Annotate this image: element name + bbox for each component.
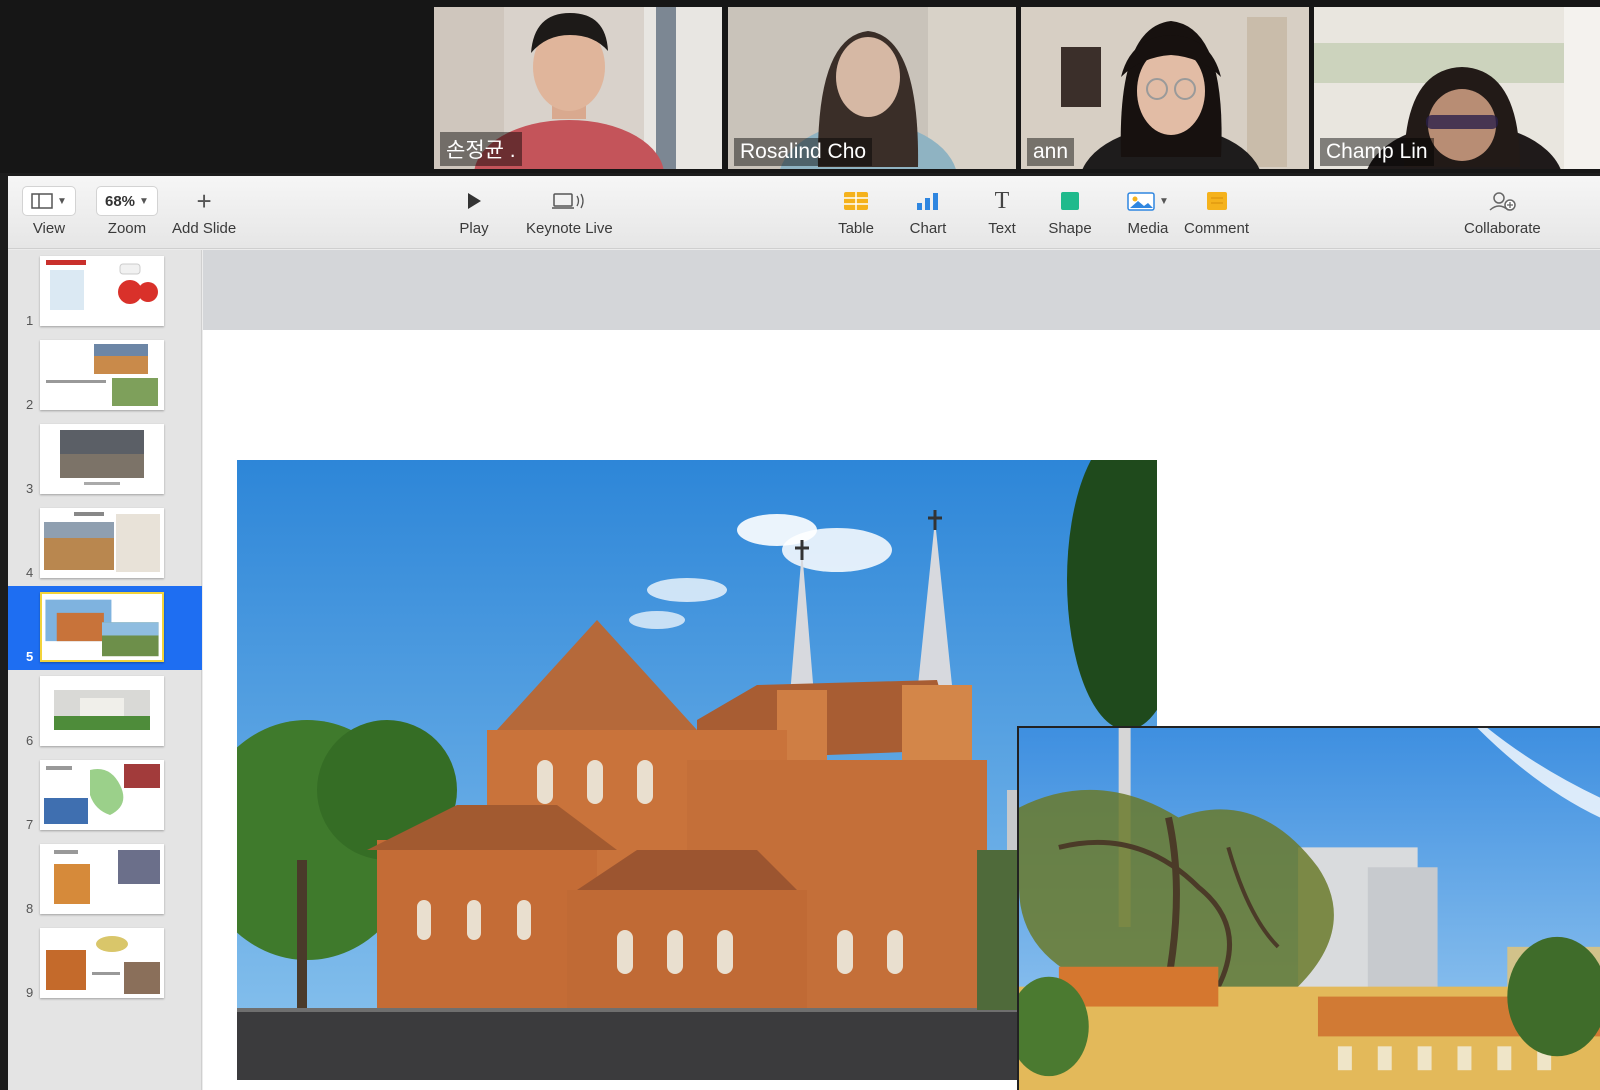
slide-number: 1 <box>26 313 34 328</box>
participant-name: Rosalind Cho <box>734 138 873 166</box>
shape-label: Shape <box>1048 220 1092 237</box>
street-trees-photo[interactable] <box>1017 726 1600 1090</box>
slide-thumbnail <box>40 592 164 662</box>
table-control: Table <box>834 186 878 237</box>
slide-thumbnail <box>40 256 164 326</box>
media-label: Media <box>1127 220 1169 237</box>
view-control: ▼ View <box>22 186 76 237</box>
collaborate-icon <box>1489 192 1517 211</box>
participant-tile[interactable]: 손정균 . <box>434 7 722 169</box>
slide-number: 9 <box>26 985 34 1000</box>
play-icon <box>468 193 481 209</box>
participant-tile[interactable]: Champ Lin <box>1314 7 1600 169</box>
slide-number: 6 <box>26 733 34 748</box>
collaborate-label: Collaborate <box>1464 220 1541 237</box>
shape-control: Shape <box>1048 186 1092 237</box>
slide-thumbnail-row[interactable]: 4 <box>8 502 202 586</box>
view-label: View <box>32 220 66 237</box>
slide-number: 3 <box>26 481 34 496</box>
slide-number: 5 <box>26 649 34 664</box>
view-sidebar-icon <box>31 193 53 209</box>
participant-name: 손정균 . <box>440 132 522 166</box>
slide-thumbnail <box>40 676 164 746</box>
participant-tile[interactable]: Rosalind Cho <box>728 7 1016 169</box>
slide-canvas <box>203 250 1600 1090</box>
video-strip: 손정균 . Rosalind Cho ann Champ Lin <box>0 0 1600 173</box>
keynote-window: ▼ View 68% ▼ Zoom + Add Slide Play Keyno… <box>8 176 1600 1090</box>
slide-thumbnail-row[interactable]: 3 <box>8 418 202 502</box>
slide-thumbnail <box>40 508 164 578</box>
slide-thumbnail <box>40 340 164 410</box>
zoom-label: Zoom <box>107 220 147 237</box>
slide-number: 7 <box>26 817 34 832</box>
slide-navigator: 1 2 3 4 5 6 7 8 9 <box>8 250 202 1090</box>
add-slide-label: Add Slide <box>172 220 237 237</box>
slide-thumbnail-row[interactable]: 2 <box>8 334 202 418</box>
table-icon <box>844 192 868 210</box>
chart-label: Chart <box>909 220 947 237</box>
comment-control: Comment <box>1184 186 1249 237</box>
zoom-control: 68% ▼ Zoom <box>96 186 158 237</box>
play-label: Play <box>459 220 489 237</box>
keynote-live-label: Keynote Live <box>526 220 613 237</box>
slide-thumbnail-row[interactable]: 7 <box>8 754 202 838</box>
chart-control: Chart <box>906 186 950 237</box>
chart-button[interactable] <box>906 186 950 216</box>
comment-label: Comment <box>1184 220 1250 237</box>
participant-tile-active-speaker[interactable]: ann <box>1021 7 1309 169</box>
text-control: T Text <box>980 186 1024 237</box>
slide-thumbnail <box>40 928 164 998</box>
keynote-live-button[interactable] <box>542 186 596 216</box>
screen: 손정균 . Rosalind Cho ann Champ Lin ▼ View … <box>0 0 1600 1090</box>
chevron-down-icon: ▼ <box>139 195 149 207</box>
slide-thumbnail <box>40 760 164 830</box>
participant-name: ann <box>1027 138 1075 166</box>
play-control: Play <box>452 186 496 237</box>
media-icon <box>1127 192 1155 211</box>
slide-thumbnail-row[interactable]: 6 <box>8 670 202 754</box>
slide-number: 4 <box>26 565 34 580</box>
text-label: Text <box>988 220 1016 237</box>
table-button[interactable] <box>834 186 878 216</box>
comment-button[interactable] <box>1195 186 1239 216</box>
slide-thumbnail-row[interactable]: 8 <box>8 838 202 922</box>
shape-button[interactable] <box>1048 186 1092 216</box>
collaborate-control: Collaborate <box>1464 186 1541 237</box>
keynote-live-icon <box>552 193 585 209</box>
play-button[interactable] <box>452 186 496 216</box>
participant-name: Champ Lin <box>1320 138 1434 166</box>
collaborate-button[interactable] <box>1478 186 1526 216</box>
zoom-value: 68% <box>105 192 136 210</box>
toolbar: ▼ View 68% ▼ Zoom + Add Slide Play Keyno… <box>8 176 1600 249</box>
media-control: ▼ Media <box>1118 186 1178 237</box>
chart-icon <box>917 193 938 210</box>
keynote-live-control: Keynote Live <box>526 186 613 237</box>
text-icon: T <box>994 188 1010 214</box>
slide-thumbnail <box>40 844 164 914</box>
current-slide[interactable] <box>203 330 1600 1090</box>
slide-thumbnail <box>40 424 164 494</box>
media-button[interactable]: ▼ <box>1118 186 1178 216</box>
chevron-down-icon: ▼ <box>57 195 67 207</box>
slide-number: 8 <box>26 901 34 916</box>
slide-thumbnail-row[interactable]: 9 <box>8 922 202 1006</box>
slide-number: 2 <box>26 397 34 412</box>
zoom-select[interactable]: 68% ▼ <box>96 186 158 216</box>
slide-thumbnail-row-selected[interactable]: 5 <box>8 586 202 670</box>
table-label: Table <box>838 220 874 237</box>
view-button[interactable]: ▼ <box>22 186 76 216</box>
shape-icon <box>1061 192 1079 210</box>
plus-icon: + <box>196 186 212 216</box>
comment-icon <box>1206 192 1227 210</box>
chevron-down-icon: ▼ <box>1159 195 1169 207</box>
add-slide-control: + Add Slide <box>172 186 236 237</box>
add-slide-button[interactable]: + <box>182 186 226 216</box>
text-button[interactable]: T <box>980 186 1024 216</box>
slide-thumbnail-row[interactable]: 1 <box>8 250 202 334</box>
